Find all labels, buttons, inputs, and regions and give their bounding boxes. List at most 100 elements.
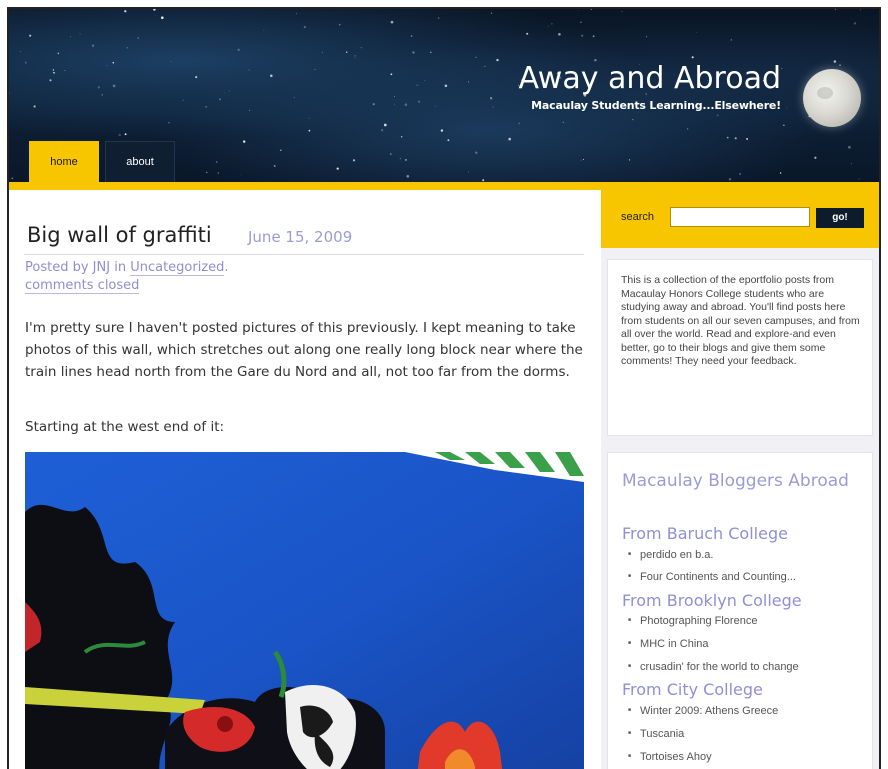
blog-link[interactable]: Winter 2009: Athens Greece [628,705,778,717]
star [20,50,22,52]
comments-link[interactable]: comments closed [25,278,140,294]
star [79,33,81,35]
star [338,23,341,26]
star [562,121,564,123]
sidebar: search go! This is a collection of the e… [601,190,879,769]
search-button[interactable]: go! [816,208,864,228]
star [124,133,127,136]
search-input[interactable] [670,207,810,227]
star [336,167,339,170]
star [848,145,851,149]
star [170,61,172,62]
star [834,9,837,10]
star [746,137,749,140]
star [730,39,732,41]
star [580,21,582,24]
star [438,17,440,19]
star [401,136,403,138]
site-title[interactable]: Away and Abroad [518,61,781,96]
post-title[interactable]: Big wall of graffiti [27,223,212,247]
star [49,79,52,82]
star [468,81,469,83]
star [124,10,127,13]
post-content: Big wall of graffiti June 15, 2009 Poste… [24,190,589,769]
star [687,128,689,130]
bloggers-panel: Macaulay Bloggers Abroad From Baruch Col… [607,452,873,769]
star [406,175,410,178]
star [424,80,426,82]
star [160,16,164,20]
blog-link[interactable]: Tortoises Ahoy [628,751,712,763]
star [484,65,486,67]
blog-link[interactable]: Four Continents and Counting... [628,571,796,583]
star [195,76,198,79]
star [137,37,139,39]
star [716,114,719,117]
star [168,122,170,124]
star [237,48,240,52]
star [390,20,394,24]
blog-link[interactable]: crusadin' for the world to change [628,661,799,673]
star [628,159,631,161]
meta-in: in [110,260,131,275]
star [490,12,493,14]
star [592,35,595,38]
blog-link[interactable]: MHC in China [628,638,708,650]
blog-link[interactable]: perdido en b.a. [628,549,713,561]
star [580,159,582,161]
star [205,105,208,108]
star [279,149,282,152]
star [547,25,549,27]
star [112,84,116,88]
star [430,51,432,54]
star [24,61,27,64]
star [492,106,494,108]
search-label: search [621,211,655,223]
college-heading-brooklyn[interactable]: From Brooklyn College [622,591,802,610]
post-category-link[interactable]: Uncategorized [130,260,225,276]
bloggers-title: Macaulay Bloggers Abroad [622,471,849,491]
tab-about[interactable]: about [105,141,175,182]
star [734,137,737,140]
blog-link[interactable]: Tuscania [628,728,684,740]
star [270,74,273,78]
star [273,165,276,167]
star [352,159,356,162]
college-heading-baruch[interactable]: From Baruch College [622,524,788,543]
star [783,124,785,126]
star [314,69,316,70]
star [646,36,648,38]
tab-home[interactable]: home [29,141,99,182]
star [383,123,387,127]
about-panel: This is a collection of the eportfolio p… [607,259,873,436]
main-navigation: home about [29,141,181,182]
post-author[interactable]: JNJ [93,260,110,275]
graffiti-photo[interactable] [25,452,584,769]
star [860,9,862,11]
star [489,97,493,100]
star [296,13,297,15]
star [215,161,218,163]
college-heading-city[interactable]: From City College [622,680,763,699]
star [229,90,231,92]
blog-link[interactable]: Photographing Florence [628,615,757,627]
header-accent-bar [9,182,879,190]
star [217,172,219,174]
site-header: Away and Abroad Macaulay Students Learni… [9,9,879,182]
star [308,117,310,119]
star [346,51,348,53]
star [112,61,115,64]
star [97,86,100,89]
star [321,51,324,53]
star [404,158,407,161]
star [29,34,32,37]
star [303,26,306,29]
star [182,99,184,101]
star [410,35,413,37]
star [418,100,421,103]
star [833,60,837,63]
search-panel: search go! [601,190,879,248]
star [739,173,741,175]
star [691,56,694,59]
post-date: June 15, 2009 [248,228,353,246]
